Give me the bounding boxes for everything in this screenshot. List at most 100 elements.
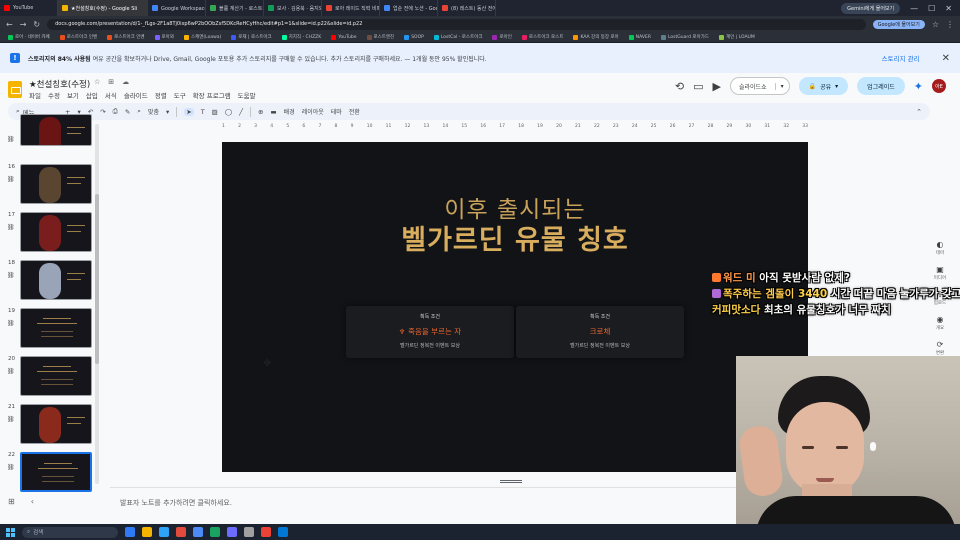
slide-thumbnail[interactable] <box>20 308 92 348</box>
chevron-down-icon[interactable]: ▾ <box>774 82 789 90</box>
maximize-icon[interactable]: ☐ <box>928 4 935 13</box>
taskbar-app-icon[interactable] <box>193 527 203 537</box>
notes-drag-handle[interactable] <box>500 480 522 483</box>
menu-item[interactable]: 도움말 <box>238 90 256 100</box>
shape-icon[interactable]: ◯ <box>225 108 232 116</box>
select-cursor-icon[interactable]: ➤ <box>184 107 194 116</box>
avatar[interactable]: 아E <box>932 79 946 93</box>
slide-thumbnail-row[interactable]: ⛓ <box>4 114 94 166</box>
star-doc-icon[interactable]: ☆ <box>94 78 100 86</box>
bookmark-item[interactable]: 로스트아크 인벤 <box>107 34 145 40</box>
browser-tab[interactable]: Google Workspace에 가입하기 <box>148 0 206 16</box>
bookmark-item[interactable]: 로스트아크 로스트 <box>521 34 563 40</box>
side-panel-item[interactable]: ◐ 테마 <box>936 240 944 256</box>
google-ask-button[interactable]: Google에 물어보기 <box>872 19 925 29</box>
background-button[interactable]: 배경 <box>284 107 295 116</box>
bookmark-item[interactable]: 로아와 <box>154 34 174 40</box>
slide-thumbnail[interactable] <box>20 452 92 492</box>
taskbar-app-icon[interactable] <box>261 527 271 537</box>
grid-view-icon[interactable]: ⊞ <box>8 497 15 506</box>
slide-thumbnail[interactable] <box>20 164 92 204</box>
zoom-select[interactable]: 맞춤 <box>148 107 159 116</box>
move-folder-icon[interactable]: ⊞ <box>108 78 114 86</box>
condition-card[interactable]: 획득 조건 크로체 벨가르딘 정복전 이벤트 보상 <box>516 306 684 358</box>
bookmark-item[interactable]: LostGuard 로아가드 <box>660 34 709 40</box>
menu-item[interactable]: 서식 <box>105 90 117 100</box>
menu-item[interactable]: 보기 <box>67 90 79 100</box>
slide-thumbnail-row[interactable]: 21 ⛓ <box>4 404 94 446</box>
manage-storage-link[interactable]: 스토리지 관리 <box>882 53 920 63</box>
slide-thumbnail-row[interactable]: 22 ⛓ <box>4 452 94 494</box>
condition-card[interactable]: 획득 조건 ♆ 죽음을 부르는 자 벨가르딘 정복전 이벤트 보상 <box>346 306 514 358</box>
slide-thumbnail-row[interactable]: 17 ⛓ <box>4 212 94 254</box>
slide-thumbnail[interactable] <box>20 356 92 396</box>
transition-button[interactable]: 전환 <box>349 107 360 116</box>
taskbar-app-icon[interactable] <box>142 527 152 537</box>
taskbar-app-icon[interactable] <box>125 527 135 537</box>
redo-icon[interactable]: ↷ <box>100 108 105 116</box>
print-icon[interactable]: ⎙ <box>113 107 118 116</box>
collapse-filmstrip-icon[interactable]: ‹ <box>31 497 34 506</box>
theme-button[interactable]: 테마 <box>331 107 342 116</box>
bookmark-item[interactable]: 로스트엔진 <box>366 34 394 40</box>
slides-logo-icon[interactable] <box>8 81 22 98</box>
browser-menu-icon[interactable]: ⋮ <box>946 20 954 29</box>
slide-thumbnail-row[interactable]: 20 ⛓ <box>4 356 94 398</box>
slide-thumbnail-row[interactable]: 18 ⛓ <box>4 260 94 302</box>
windows-start-icon[interactable] <box>6 527 15 537</box>
browser-tab[interactable]: 볼륨 계산기 - 로스트갤러 <box>206 0 264 16</box>
collapse-toolbar-icon[interactable]: ⌃ <box>916 108 922 116</box>
taskbar-search[interactable]: ⌕ 검색 <box>22 526 118 538</box>
taskbar-app-icon[interactable] <box>244 527 254 537</box>
star-icon[interactable]: ☆ <box>932 20 939 29</box>
back-icon[interactable]: ← <box>6 20 13 29</box>
history-icon[interactable]: ⟲ <box>675 80 684 93</box>
bookmark-item[interactable]: 계인 | LOAUM <box>719 34 755 40</box>
bookmark-item[interactable]: 로아인 <box>492 34 512 40</box>
browser-tab[interactable]: 보사 · 김용북 · 음지와 노딩아 <box>264 0 322 16</box>
slide-thumbnail[interactable] <box>20 404 92 444</box>
bookmark-item[interactable]: LostCal - 로스트아크 <box>433 34 482 40</box>
menu-item[interactable]: 삽입 <box>86 90 98 100</box>
browser-tab[interactable]: (8) 레스트) 동산 전에 노션 합 <box>438 0 496 16</box>
browser-tab[interactable]: ★천설칭호(수정) - Google Sli <box>58 0 148 16</box>
minimize-icon[interactable]: — <box>910 4 918 13</box>
bookmark-item[interactable]: YouTube <box>331 34 357 40</box>
text-box-icon[interactable]: T <box>201 108 205 116</box>
slideshow-button[interactable]: 슬라이드쇼 ▾ <box>730 77 790 95</box>
bookmark-item[interactable]: NAVER <box>628 34 651 40</box>
browser-tab[interactable]: 로아 레이드 직력 비폐데이터 <box>322 0 380 16</box>
menu-item[interactable]: 파일 <box>29 90 41 100</box>
menu-item[interactable]: 도구 <box>174 90 186 100</box>
layout-button[interactable]: 레이아웃 <box>302 107 324 116</box>
slide-thumbnail[interactable] <box>20 212 92 252</box>
forward-icon[interactable]: → <box>20 20 27 29</box>
browser-tab[interactable]: 업순 전에 노션 - Google 검색 <box>380 0 438 16</box>
fill-color-icon[interactable]: ▬ <box>270 108 276 116</box>
slide-thumbnail[interactable] <box>20 114 92 146</box>
slide-thumbnail[interactable] <box>20 260 92 300</box>
close-banner-icon[interactable]: ✕ <box>942 53 950 64</box>
menu-item[interactable]: 수정 <box>48 90 60 100</box>
image-icon[interactable]: ▨ <box>212 108 218 116</box>
upgrade-button[interactable]: 업그레이드 <box>857 77 905 95</box>
cloud-status-icon[interactable]: ☁ <box>122 78 129 86</box>
comment-icon[interactable]: ▭ <box>693 80 703 93</box>
speaker-notes[interactable]: 발표자 노트를 추가하려면 클릭하세요. <box>110 487 810 515</box>
menu-item[interactable]: 확장 프로그램 <box>193 90 231 100</box>
slide-thumbnail-row[interactable]: 16 ⛓ <box>4 164 94 206</box>
slide-thumbnail-row[interactable]: 19 ⛓ <box>4 308 94 350</box>
taskbar-app-icon[interactable] <box>159 527 169 537</box>
comment-add-icon[interactable]: ⊕ <box>258 108 263 116</box>
filmstrip-scrollbar[interactable] <box>95 124 99 484</box>
taskbar-app-icon[interactable] <box>278 527 288 537</box>
line-icon[interactable]: ╱ <box>239 108 243 116</box>
bookmark-item[interactable]: KAA 강의 등장 로아 <box>573 34 619 40</box>
bookmark-item[interactable]: SOOP <box>404 34 424 40</box>
zoom-icon[interactable]: ⌕ <box>137 107 141 116</box>
close-window-icon[interactable]: ✕ <box>945 4 952 13</box>
bookmark-item[interactable]: 로스트아크 인벤 <box>59 34 97 40</box>
bookmark-item[interactable]: 스캐엔(Loawa) <box>183 34 221 40</box>
meet-video-icon[interactable]: ▶ <box>713 80 721 93</box>
menu-item[interactable]: 슬라이드 <box>124 90 148 100</box>
